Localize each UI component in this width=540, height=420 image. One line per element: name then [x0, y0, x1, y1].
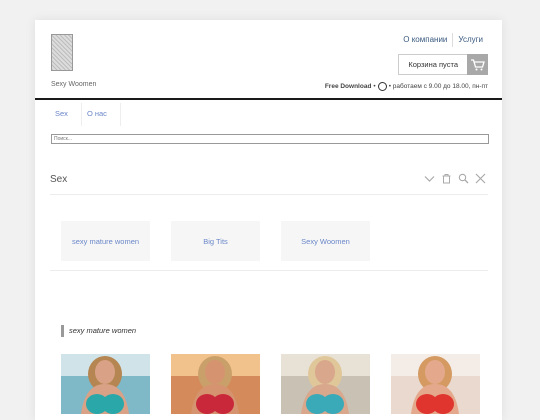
category-tile[interactable]: Sexy Woomen	[281, 221, 370, 261]
site-name[interactable]: Sexy Woomen	[51, 81, 96, 88]
cart-button[interactable]	[467, 54, 488, 75]
trash-icon[interactable]	[441, 173, 452, 184]
section-title: sexy mature women	[61, 325, 136, 337]
nav-item-sex[interactable]: Sex	[50, 103, 82, 126]
page-container: Sexy Woomen О компании Услуги Корзина пу…	[35, 20, 502, 420]
whatsapp-icon[interactable]	[377, 82, 387, 91]
main-nav: Sex О нас	[50, 103, 121, 126]
contact-info: Free Download • • работаем с 9.00 до 18.…	[324, 82, 488, 91]
chevron-down-icon[interactable]	[424, 173, 435, 184]
nav-item-about[interactable]: О нас	[82, 103, 121, 126]
photo-gallery	[61, 354, 480, 414]
photo-image	[281, 354, 370, 414]
search-input[interactable]	[51, 134, 489, 144]
gallery-photo[interactable]	[61, 354, 150, 414]
link-services[interactable]: Услуги	[452, 33, 488, 47]
cart-icon	[470, 58, 485, 70]
cart[interactable]: Корзина пуста	[398, 54, 488, 75]
category-tile[interactable]: sexy mature women	[61, 221, 150, 261]
category-tiles: sexy mature women Big Tits Sexy Woomen	[61, 221, 370, 261]
link-about-company[interactable]: О компании	[398, 33, 452, 47]
panel-title: Sex	[50, 174, 68, 185]
cart-label[interactable]: Корзина пуста	[398, 54, 467, 75]
panel-toolbar	[424, 173, 486, 184]
section-divider	[50, 270, 488, 271]
close-icon[interactable]	[475, 173, 486, 184]
photo-image	[171, 354, 260, 414]
header-divider	[35, 98, 502, 100]
gallery-photo[interactable]	[171, 354, 260, 414]
zoom-icon[interactable]	[458, 173, 469, 184]
site-logo[interactable]	[51, 34, 73, 71]
photo-image	[391, 354, 480, 414]
contact-title: Free Download	[324, 83, 372, 90]
top-links: О компании Услуги	[398, 33, 488, 47]
gallery-photo[interactable]	[391, 354, 480, 414]
panel-divider	[50, 194, 488, 195]
gallery-photo[interactable]	[281, 354, 370, 414]
category-tile[interactable]: Big Tits	[171, 221, 260, 261]
contact-hours: • работаем с 9.00 до 18.00, пн-пт	[388, 83, 488, 90]
photo-image	[61, 354, 150, 414]
